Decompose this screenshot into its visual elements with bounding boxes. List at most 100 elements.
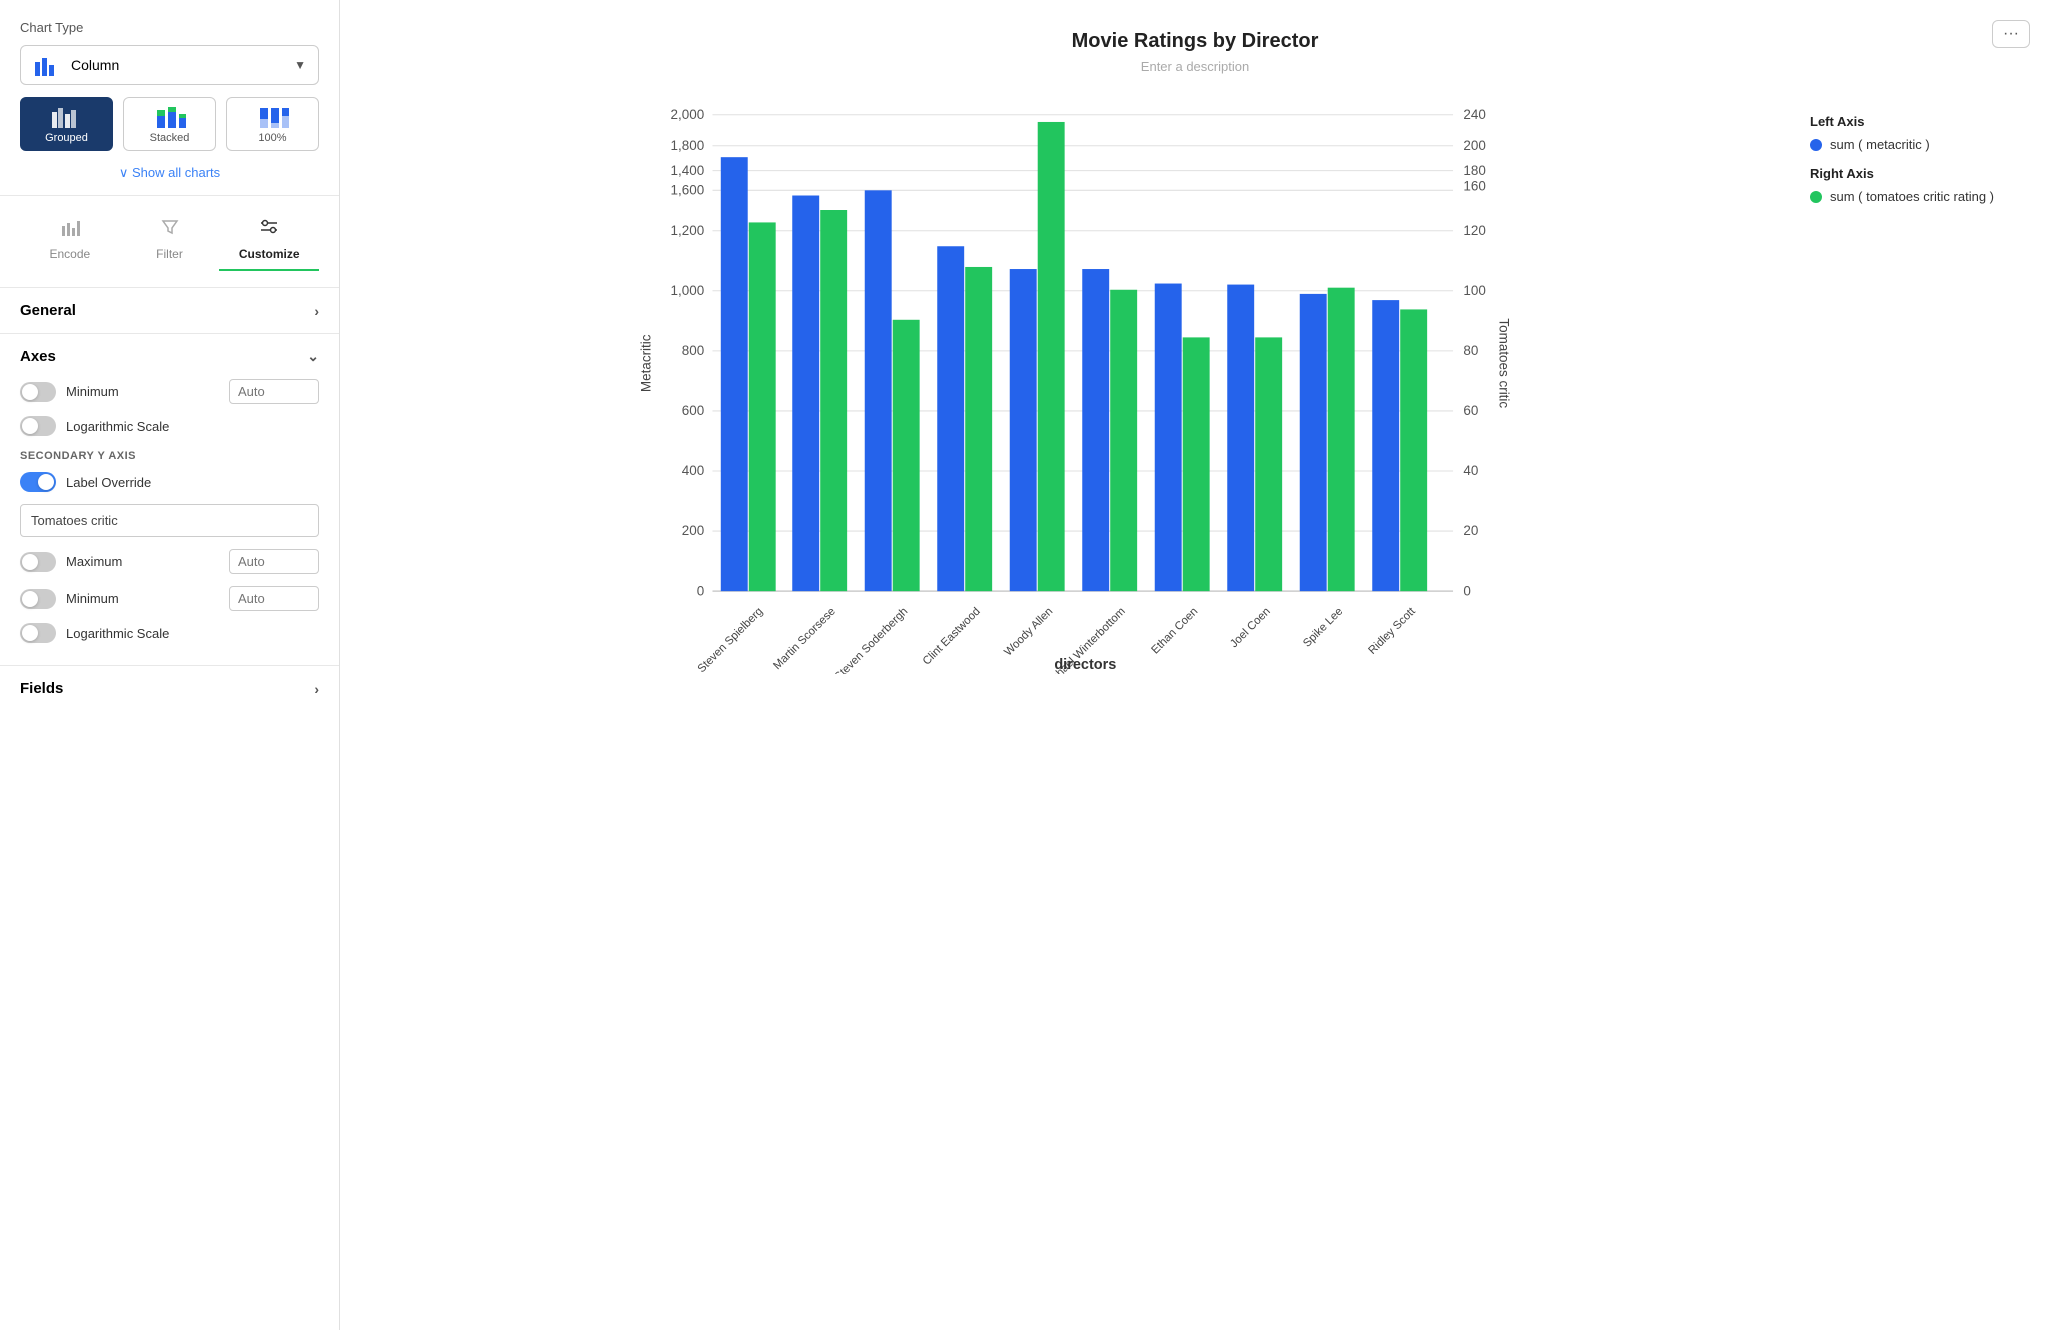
bar-blue-5 <box>1082 269 1109 591</box>
chart-title: Movie Ratings by Director <box>360 30 2030 53</box>
axes-section-label: Axes <box>20 348 56 365</box>
show-all-charts-link[interactable]: ∨ Show all charts <box>0 161 339 195</box>
maximum-row: Maximum <box>20 549 319 574</box>
secondary-y-axis-title: SECONDARY Y AXIS <box>20 450 319 462</box>
svg-text:180: 180 <box>1463 163 1485 178</box>
bar-green-4 <box>1038 122 1065 591</box>
label-override-row: Label Override <box>20 472 319 492</box>
minimum-row: Minimum <box>20 379 319 404</box>
minimum2-label: Minimum <box>66 591 119 606</box>
svg-text:1,800: 1,800 <box>671 138 705 153</box>
svg-text:Joel Coen: Joel Coen <box>1228 605 1273 650</box>
column-chart-icon <box>33 54 61 76</box>
bar-chart: 0 200 400 600 800 1,000 1,200 1,400 2,00… <box>360 94 1790 674</box>
general-section-header[interactable]: General › <box>0 287 339 333</box>
svg-text:20: 20 <box>1463 523 1478 538</box>
tab-bar: Encode Filter Customize <box>0 210 339 271</box>
tab-encode[interactable]: Encode <box>20 210 120 271</box>
more-options-button[interactable]: ··· <box>1992 20 2030 48</box>
stacked-style-button[interactable]: Stacked <box>123 97 216 151</box>
label-override-label: Label Override <box>66 475 151 490</box>
svg-text:200: 200 <box>682 523 704 538</box>
svg-text:directors: directors <box>1054 657 1116 673</box>
left-axis-legend-title: Left Axis <box>1810 114 2010 129</box>
maximum-toggle[interactable] <box>20 552 56 572</box>
chart-type-name: Column <box>71 57 294 73</box>
svg-text:Ethan Coen: Ethan Coen <box>1149 605 1200 656</box>
minimum2-toggle[interactable] <box>20 589 56 609</box>
log-scale2-toggle[interactable] <box>20 623 56 643</box>
encode-icon <box>60 218 80 241</box>
svg-text:Steven Soderbergh: Steven Soderbergh <box>833 605 911 674</box>
bar-blue-9 <box>1372 300 1399 591</box>
svg-text:Tomatoes critic: Tomatoes critic <box>1497 318 1512 408</box>
chart-styles-group: Grouped Stacked 100% <box>0 97 339 161</box>
svg-text:600: 600 <box>682 403 704 418</box>
chart-svg-wrapper: 0 200 400 600 800 1,000 1,200 1,400 2,00… <box>360 94 1790 674</box>
main-content: Movie Ratings by Director Enter a descri… <box>340 0 2050 1330</box>
svg-text:Martin Scorsese: Martin Scorsese <box>771 605 838 672</box>
minimum-input[interactable] <box>229 379 319 404</box>
minimum-toggle[interactable] <box>20 382 56 402</box>
tab-filter[interactable]: Filter <box>120 210 220 271</box>
right-axis-legend-item: sum ( tomatoes critic rating ) <box>1810 189 2010 204</box>
svg-text:80: 80 <box>1463 343 1478 358</box>
axes-content: Minimum Logarithmic Scale SECONDARY Y AX… <box>0 379 339 665</box>
blue-legend-dot <box>1810 139 1822 151</box>
svg-text:Woody Allen: Woody Allen <box>1002 605 1055 658</box>
svg-text:60: 60 <box>1463 403 1478 418</box>
chart-container: Movie Ratings by Director Enter a descri… <box>340 0 2050 1330</box>
bar-blue-4 <box>1010 269 1037 591</box>
fields-section-header[interactable]: Fields › <box>0 665 339 711</box>
grouped-icon <box>51 106 83 128</box>
svg-text:40: 40 <box>1463 463 1478 478</box>
label-override-toggle[interactable] <box>20 472 56 492</box>
maximum-input[interactable] <box>229 549 319 574</box>
svg-text:Ridley Scott: Ridley Scott <box>1366 605 1418 657</box>
svg-text:400: 400 <box>682 463 704 478</box>
log-scale-toggle[interactable] <box>20 416 56 436</box>
chart-type-dropdown[interactable]: Column ▼ <box>20 45 319 85</box>
bar-green-9 <box>1400 309 1427 591</box>
minimum2-input[interactable] <box>229 586 319 611</box>
svg-text:0: 0 <box>1463 583 1470 598</box>
left-axis-legend-label: sum ( metacritic ) <box>1830 137 1930 152</box>
svg-text:800: 800 <box>682 343 704 358</box>
label-override-input[interactable] <box>20 504 319 537</box>
svg-text:200: 200 <box>1463 138 1485 153</box>
svg-text:0: 0 <box>697 583 704 598</box>
dropdown-arrow-icon: ▼ <box>294 58 306 72</box>
tab-filter-label: Filter <box>156 247 183 261</box>
tab-customize[interactable]: Customize <box>219 210 319 271</box>
chart-legend: Left Axis sum ( metacritic ) Right Axis … <box>1790 94 2030 230</box>
bar-green-8 <box>1328 288 1355 591</box>
bar-green-6 <box>1183 337 1210 591</box>
svg-text:1,000: 1,000 <box>671 283 705 298</box>
bar-blue-3 <box>937 246 964 591</box>
svg-text:1,200: 1,200 <box>671 223 705 238</box>
bar-blue-7 <box>1227 285 1254 592</box>
100pct-icon <box>257 106 289 128</box>
log-scale-label: Logarithmic Scale <box>66 419 169 434</box>
svg-text:Steven Spielberg: Steven Spielberg <box>696 605 766 674</box>
bar-blue-1 <box>792 196 819 592</box>
green-legend-dot <box>1810 191 1822 203</box>
bar-green-3 <box>965 267 992 591</box>
bar-green-7 <box>1255 337 1282 591</box>
log-scale2-label: Logarithmic Scale <box>66 626 169 641</box>
left-axis-legend-item: sum ( metacritic ) <box>1810 137 2010 152</box>
100pct-style-button[interactable]: 100% <box>226 97 319 151</box>
bar-green-5 <box>1110 290 1137 591</box>
grouped-label: Grouped <box>45 132 88 144</box>
bar-blue-8 <box>1300 294 1327 591</box>
grouped-style-button[interactable]: Grouped <box>20 97 113 151</box>
chart-type-section: Chart Type Column ▼ <box>0 20 339 97</box>
svg-text:1,400: 1,400 <box>671 163 705 178</box>
sidebar: Chart Type Column ▼ Grouped <box>0 0 340 1330</box>
axes-section-header[interactable]: Axes ⌄ <box>0 333 339 379</box>
axes-chevron-icon: ⌄ <box>307 348 319 365</box>
bar-blue-6 <box>1155 284 1182 592</box>
svg-text:2,000: 2,000 <box>671 107 705 122</box>
svg-text:120: 120 <box>1463 223 1485 238</box>
svg-text:Clint Eastwood: Clint Eastwood <box>921 605 983 667</box>
